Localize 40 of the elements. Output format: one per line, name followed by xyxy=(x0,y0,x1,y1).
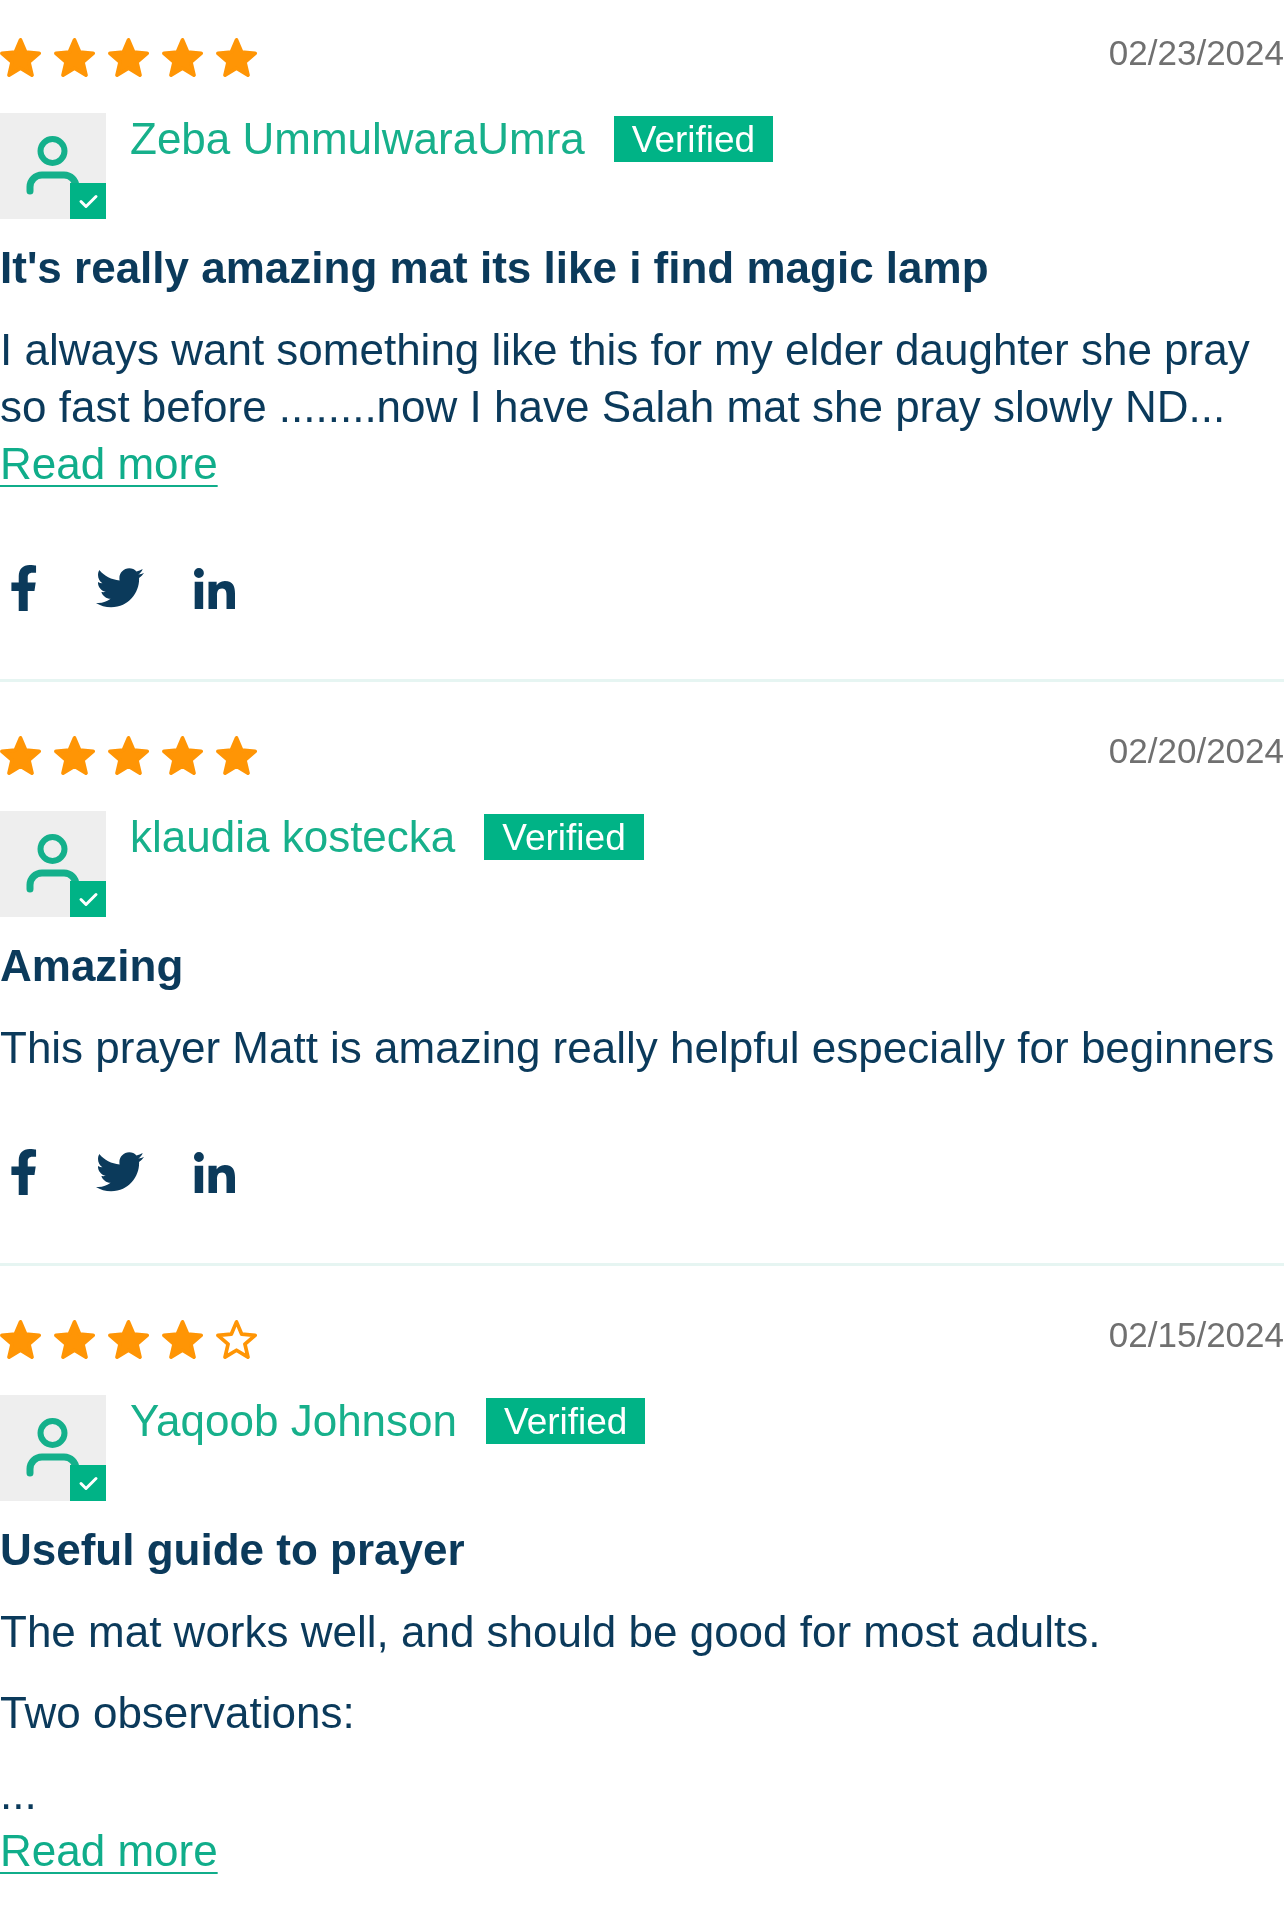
star-icon xyxy=(54,736,95,775)
star-icon xyxy=(108,38,149,77)
twitter-icon[interactable] xyxy=(96,568,144,608)
star-icon xyxy=(0,736,41,775)
reviewer-name: Yaqoob Johnson xyxy=(130,1395,457,1447)
linkedin-icon[interactable] xyxy=(194,1151,235,1193)
star-icon xyxy=(54,1320,95,1359)
twitter-icon[interactable] xyxy=(96,1152,144,1192)
star-icon xyxy=(0,38,41,77)
star-icon xyxy=(162,736,203,775)
review-text: Two observations: xyxy=(0,1687,356,1739)
review-title: Amazing xyxy=(0,940,185,992)
verified-badge: Verified xyxy=(613,116,774,162)
star-icon xyxy=(108,1320,149,1359)
reviewer-name: Zeba UmmulwaraUmra xyxy=(130,113,585,165)
verified-badge: Verified xyxy=(484,814,644,860)
star-outline-icon xyxy=(216,1320,257,1359)
review-text: I always want something like this for my elder daughter she pray so fast before ........now I have Salah mat she pray slowly ND... xyxy=(0,324,1251,433)
review-text: The mat works well, and should be good for most adults. xyxy=(0,1606,1102,1658)
reviewer-name: klaudia kostecka xyxy=(130,811,456,863)
verified-badge: Verified xyxy=(486,1398,646,1444)
review-title: Useful guide to prayer xyxy=(0,1524,466,1576)
linkedin-icon[interactable] xyxy=(194,567,235,609)
star-icon xyxy=(0,1320,41,1359)
review-title: It's really amazing mat its like i find magic lamp xyxy=(0,242,990,294)
star-icon xyxy=(162,38,203,77)
review-date: 02/20/2024 xyxy=(1108,730,1284,772)
review-date: 02/23/2024 xyxy=(1108,32,1284,74)
read-more-link[interactable]: Read more xyxy=(0,1822,218,1879)
review-date: 02/15/2024 xyxy=(1108,1314,1284,1356)
star-icon xyxy=(216,736,257,775)
review-text: This prayer Matt is amazing really helpful especially for beginners xyxy=(0,1022,1276,1074)
facebook-icon[interactable] xyxy=(11,1149,37,1195)
review-text: ... xyxy=(0,1768,38,1820)
star-icon xyxy=(54,38,95,77)
star-icon xyxy=(162,1320,203,1359)
star-icon xyxy=(216,38,257,77)
read-more-link[interactable]: Read more xyxy=(0,435,218,492)
facebook-icon[interactable] xyxy=(11,565,37,611)
star-icon xyxy=(108,736,149,775)
